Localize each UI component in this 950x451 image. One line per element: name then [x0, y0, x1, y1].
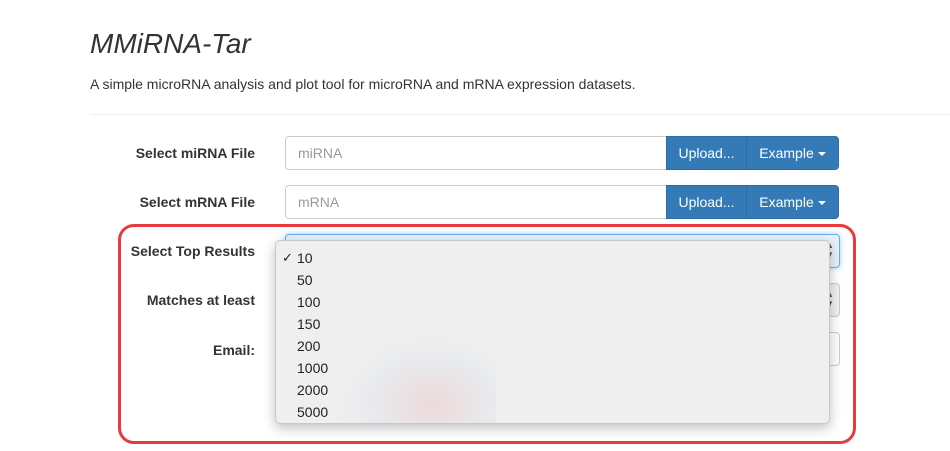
- dropdown-option[interactable]: ✓ 10: [276, 247, 829, 269]
- mirna-label: Select miRNA File: [135, 145, 255, 161]
- page-subtitle: A simple microRNA analysis and plot tool…: [90, 76, 636, 92]
- caret-down-icon: [817, 201, 826, 206]
- mrna-example-button[interactable]: Example: [746, 185, 839, 219]
- option-label: 100: [297, 294, 321, 310]
- dropdown-option[interactable]: 50: [276, 269, 829, 291]
- mirna-file-input[interactable]: miRNA: [285, 136, 666, 170]
- option-label: 50: [297, 272, 313, 288]
- mrna-example-label: Example: [759, 194, 814, 210]
- dropdown-option[interactable]: 2000: [276, 379, 829, 401]
- mrna-label: Select mRNA File: [139, 194, 255, 210]
- email-label: Email:: [212, 342, 255, 358]
- dropdown-option[interactable]: 5000: [276, 401, 829, 423]
- top-results-label: Select Top Results: [130, 243, 255, 259]
- option-label: 150: [297, 316, 321, 332]
- caret-down-icon: [817, 152, 826, 157]
- matches-label: Matches at least: [146, 292, 255, 308]
- option-label: 2000: [297, 382, 329, 398]
- mirna-example-button[interactable]: Example: [746, 136, 839, 170]
- mirna-example-label: Example: [759, 145, 814, 161]
- mrna-file-input[interactable]: mRNA: [285, 185, 666, 219]
- dropdown-option[interactable]: 150: [276, 313, 829, 335]
- top-results-dropdown: ✓ 10 50 100 150 200 1000 2000 5000: [275, 240, 830, 424]
- page-title: MMiRNA-Tar: [90, 28, 251, 59]
- dropdown-option[interactable]: 100: [276, 291, 829, 313]
- option-label: 5000: [297, 404, 329, 420]
- option-label: 200: [297, 338, 321, 354]
- dropdown-option[interactable]: 1000: [276, 357, 829, 379]
- mirna-upload-button[interactable]: Upload...: [666, 136, 747, 170]
- check-icon: ✓: [282, 250, 293, 265]
- dropdown-option[interactable]: 200: [276, 335, 829, 357]
- option-label: 10: [297, 250, 313, 266]
- option-label: 1000: [297, 360, 329, 376]
- mrna-upload-button[interactable]: Upload...: [666, 185, 747, 219]
- header-divider: [90, 114, 950, 115]
